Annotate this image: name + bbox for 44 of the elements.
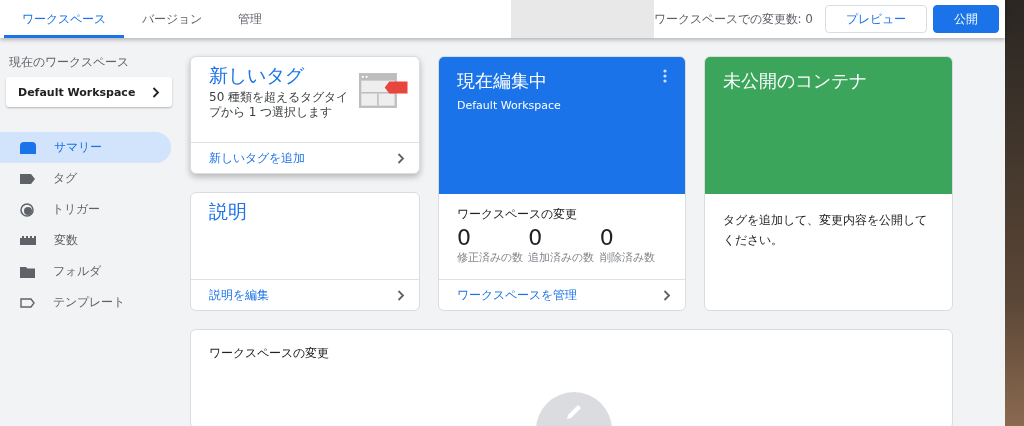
workspace-selector[interactable]: Default Workspace (6, 77, 172, 107)
blocks-icon (20, 236, 36, 245)
inbox-icon (20, 141, 36, 154)
card-title: 未公開のコンテナ (723, 69, 867, 93)
card-message: タグを追加して、変更内容を公開してください。 (723, 212, 928, 249)
preview-button[interactable]: プレビュー (825, 5, 927, 33)
edit-description-link[interactable]: 説明を編集 (209, 286, 269, 304)
card-title: 現在編集中 (457, 69, 548, 93)
sidebar-item[interactable]: フォルダ (0, 256, 171, 287)
nav-tab[interactable]: ワークスペース (4, 0, 124, 38)
manage-workspace-link[interactable]: ワークスペースを管理 (457, 286, 577, 304)
card-description: 50 種類を超えるタグタイプから 1 つ選択します (209, 90, 350, 120)
workspace-name: Default Workspace (457, 99, 561, 112)
nav-tab[interactable]: バージョン (124, 0, 220, 38)
stat-value: 0 (528, 225, 544, 250)
section-title: ワークスペースの変更 (457, 206, 578, 223)
more-vert-icon[interactable] (663, 69, 667, 83)
sidebar-item[interactable]: 変数 (0, 225, 171, 256)
card-title: ワークスペースの変更 (209, 346, 329, 360)
changes-count: ワークスペースでの変更数: 0 (653, 10, 813, 28)
current-workspace-label: 現在のワークスペース (9, 54, 130, 71)
tag-icon (20, 173, 35, 184)
tag-window-icon (359, 73, 409, 108)
chevron-right-icon (397, 289, 405, 301)
chevron-right-icon (152, 86, 160, 98)
add-tag-link[interactable]: 新しいタグを追加 (209, 149, 305, 167)
stat-label: 修正済みの数 (457, 250, 524, 265)
sidebar-item[interactable]: サマリー (0, 132, 171, 163)
stat-value: 0 (457, 225, 472, 250)
stat-label: 削除済み数 (599, 250, 656, 265)
card-title: 説明 (209, 199, 247, 224)
target-icon (20, 202, 34, 217)
card-title: 新しいタグ (209, 64, 304, 86)
nav-tab[interactable]: 管理 (220, 0, 280, 38)
stat-value: 0 (599, 225, 615, 250)
chevron-right-icon (397, 152, 405, 164)
folder-icon (20, 265, 35, 278)
publish-button[interactable]: 公開 (933, 5, 999, 33)
chevron-right-icon (663, 289, 671, 301)
stat-label: 追加済みの数 (528, 250, 596, 265)
sidebar-item[interactable]: トリガー (0, 194, 171, 225)
sidebar-item[interactable]: タグ (0, 163, 171, 194)
label-outline-icon (20, 297, 35, 308)
sidebar-item[interactable]: テンプレート (0, 287, 171, 318)
